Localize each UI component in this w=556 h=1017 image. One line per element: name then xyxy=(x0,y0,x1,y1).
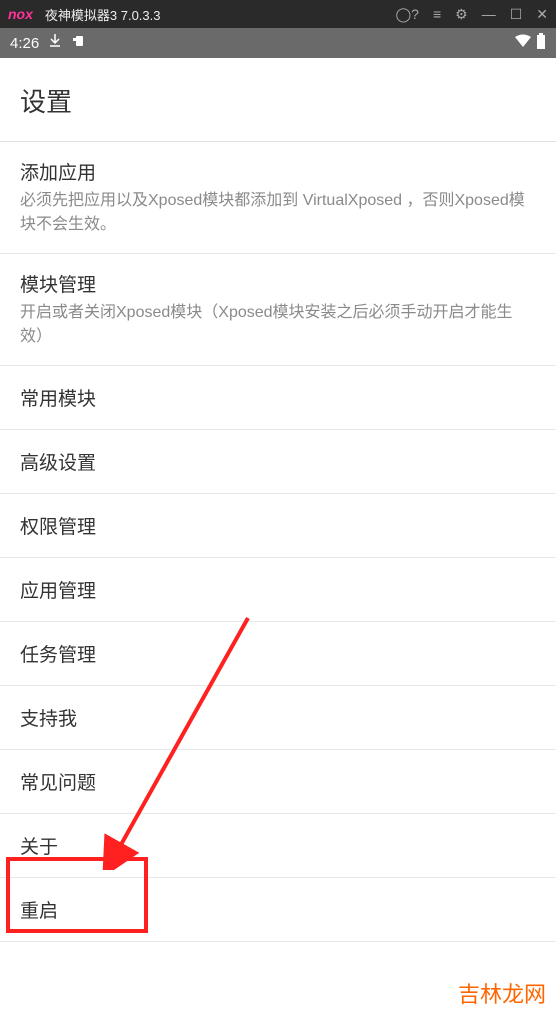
emulator-titlebar: nox 夜神模拟器3 7.0.3.3 ◯? ≡ ⚙ — ☐ ✕ xyxy=(0,0,556,28)
page-header: 设置 xyxy=(0,58,556,142)
page-title: 设置 xyxy=(20,82,536,119)
setting-support[interactable]: 支持我 xyxy=(0,686,556,750)
setting-module-manage[interactable]: 模块管理 开启或者关闭Xposed模块（Xposed模块安装之后必须手动开启才能… xyxy=(0,254,556,366)
setting-app-manage[interactable]: 应用管理 xyxy=(0,558,556,622)
emulator-logo: nox xyxy=(8,6,33,22)
emulator-controls: ◯? ≡ ⚙ — ☐ ✕ xyxy=(396,6,549,23)
minimize-icon[interactable]: — xyxy=(482,6,496,22)
setting-title: 权限管理 xyxy=(20,512,536,539)
menu-icon[interactable]: ≡ xyxy=(433,6,441,22)
setting-restart[interactable]: 重启 xyxy=(0,878,556,942)
app-status-icon xyxy=(71,34,85,52)
setting-title: 关于 xyxy=(20,832,536,859)
setting-title: 应用管理 xyxy=(20,576,536,603)
setting-faq[interactable]: 常见问题 xyxy=(0,750,556,814)
emulator-title: 夜神模拟器3 7.0.3.3 xyxy=(45,5,396,24)
maximize-icon[interactable]: ☐ xyxy=(510,6,523,23)
help-icon[interactable]: ◯? xyxy=(396,6,419,23)
watermark: 吉林龙网 xyxy=(458,977,546,1009)
setting-title: 重启 xyxy=(20,896,536,923)
setting-title: 常用模块 xyxy=(20,384,536,411)
wifi-icon xyxy=(514,34,532,52)
setting-common-modules[interactable]: 常用模块 xyxy=(0,366,556,430)
setting-about[interactable]: 关于 xyxy=(0,814,556,878)
settings-list: 添加应用 必须先把应用以及Xposed模块都添加到 VirtualXposed … xyxy=(0,142,556,942)
close-icon[interactable]: ✕ xyxy=(536,6,548,23)
setting-title: 模块管理 xyxy=(20,270,536,297)
setting-title: 支持我 xyxy=(20,704,536,731)
setting-desc: 必须先把应用以及Xposed模块都添加到 VirtualXposed ，否则Xp… xyxy=(20,189,536,237)
settings-icon[interactable]: ⚙ xyxy=(455,6,468,23)
android-status-bar: 4:26 xyxy=(0,28,556,58)
battery-icon xyxy=(536,33,546,53)
setting-desc: 开启或者关闭Xposed模块（Xposed模块安装之后必须手动开启才能生效） xyxy=(20,301,536,349)
status-time: 4:26 xyxy=(10,35,39,52)
setting-add-app[interactable]: 添加应用 必须先把应用以及Xposed模块都添加到 VirtualXposed … xyxy=(0,142,556,254)
setting-advanced[interactable]: 高级设置 xyxy=(0,430,556,494)
download-icon xyxy=(49,34,61,52)
setting-title: 任务管理 xyxy=(20,640,536,667)
setting-title: 常见问题 xyxy=(20,768,536,795)
setting-title: 高级设置 xyxy=(20,448,536,475)
setting-title: 添加应用 xyxy=(20,158,536,185)
setting-permissions[interactable]: 权限管理 xyxy=(0,494,556,558)
setting-task-manage[interactable]: 任务管理 xyxy=(0,622,556,686)
